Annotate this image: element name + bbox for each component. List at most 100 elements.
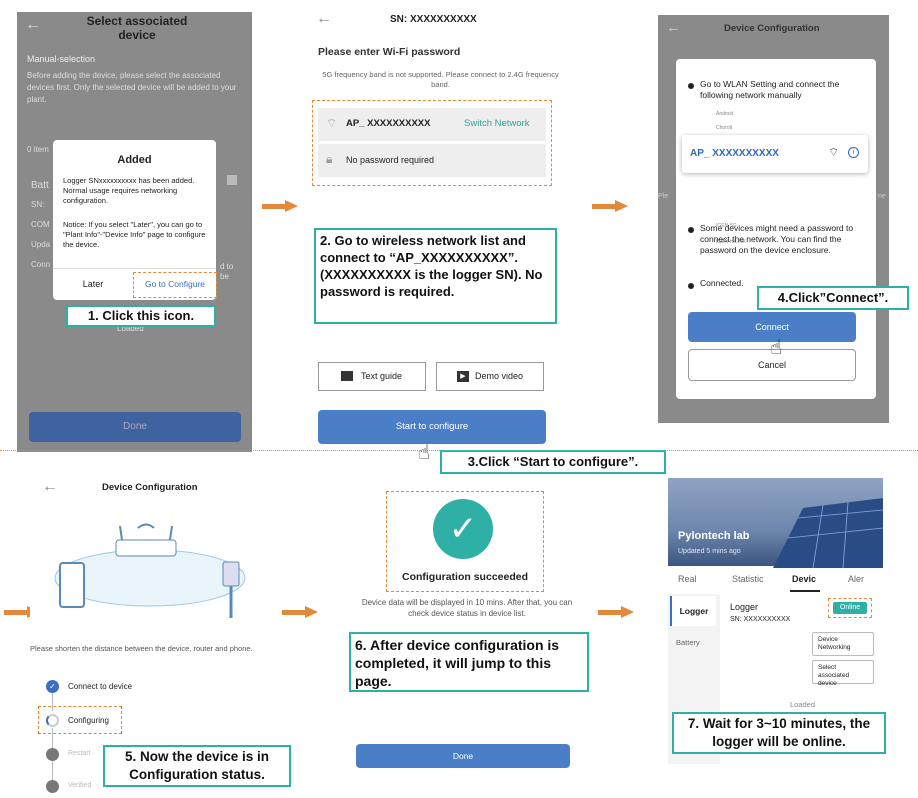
step-line [52, 761, 53, 781]
step-1-text: Go to WLAN Setting and connect the follo… [700, 79, 840, 100]
connect-label: Connect [755, 322, 789, 332]
divider [0, 450, 918, 451]
wifi-password-title: Please enter Wi-Fi password [318, 46, 461, 58]
logger-name: Logger [730, 602, 759, 612]
row-label: be [220, 272, 229, 281]
ap-name: AP_ XXXXXXXXXX [346, 118, 431, 129]
arrow-icon [262, 200, 298, 212]
callout-step-6: 6. After device configuration is complet… [349, 632, 589, 692]
tab-alerts[interactable]: Aler [848, 574, 864, 584]
back-arrow-icon[interactable]: ← [666, 19, 681, 36]
success-message: Device data will be displayed in 10 mins… [361, 598, 573, 618]
updated-time: Updated 5 mins ago [678, 548, 741, 555]
row-label: d to [220, 262, 234, 271]
book-icon [341, 371, 353, 381]
demo-video-label: Demo video [475, 371, 524, 381]
page-title: Device Configuration [724, 23, 820, 34]
info-icon[interactable]: i [848, 147, 859, 158]
done-button[interactable]: Done [29, 412, 241, 442]
callout-step-5: 5. Now the device is in Configuration st… [103, 745, 291, 787]
back-arrow-icon[interactable]: ← [316, 10, 332, 28]
network-item: Chorolt [716, 125, 733, 131]
checkbox[interactable] [227, 175, 237, 185]
demo-video-button[interactable]: ▶ Demo video [436, 362, 544, 391]
network-illustration [50, 518, 250, 628]
page-title: Select associated device [86, 14, 188, 42]
step-label: Verified [68, 782, 92, 789]
text-guide-button[interactable]: Text guide [318, 362, 426, 391]
no-password-label: No password required [346, 155, 435, 165]
row-label: SN: [31, 200, 45, 209]
arrow-icon [592, 200, 628, 212]
step-2-text: Some devices might need a password to co… [700, 223, 854, 255]
ap-row[interactable]: ⌔ AP_ XXXXXXXXXX Switch Network [318, 108, 546, 141]
step-progress-icon [46, 714, 59, 727]
solar-panel-icon [773, 498, 883, 568]
row-label: COM [31, 220, 50, 229]
row-label: Conn [31, 260, 51, 269]
tab-statistic[interactable]: Statistic [732, 574, 764, 584]
frequency-note: 5G frequency band is not supported. Plea… [322, 70, 559, 89]
dialog-divider [53, 268, 216, 269]
device-networking-button[interactable]: Device Networking [812, 632, 874, 656]
highlight-box [133, 272, 217, 298]
switch-network-link[interactable]: Switch Network [464, 118, 529, 129]
page-title: Device Configuration [102, 482, 198, 493]
loaded-label: Loaded [790, 700, 816, 709]
edge-text: ne [878, 193, 886, 200]
items-count: 0 item [27, 145, 49, 154]
wifi-icon: ⌔ [326, 116, 338, 130]
panel-device-configuration-connect: ← Device Configuration Ple ne Go to WLAN… [658, 15, 889, 423]
tab-device[interactable]: Devic [792, 574, 816, 584]
step-line [52, 728, 53, 748]
select-associated-device-button[interactable]: Select associated device [812, 660, 874, 687]
dialog-notice: Notice: If you select "Later", you can g… [63, 220, 206, 249]
step-label: Restart [68, 750, 91, 757]
step-label: Connect to device [68, 682, 133, 691]
ap-name: AP_ XXXXXXXXXX [690, 148, 779, 159]
logger-sn: SN: XXXXXXXXXX [730, 616, 791, 623]
ap-card[interactable]: AP_ XXXXXXXXXX ⌔ i [682, 135, 868, 173]
sidebar-item-logger[interactable]: Logger [670, 596, 716, 626]
start-to-configure-button[interactable]: Start to configure [318, 410, 546, 444]
step-bullet [688, 83, 694, 89]
solar-banner: Pylontech lab Updated 5 mins ago [668, 478, 883, 568]
step-3-text: Connected. [700, 278, 744, 288]
step-bullet [688, 227, 694, 233]
callout-step-2: 2. Go to wireless network list and conne… [314, 228, 557, 324]
arrow-icon [598, 606, 634, 618]
callout-step-3: 3.Click “Start to configure”. [440, 450, 666, 474]
tab-real[interactable]: Real [678, 574, 697, 584]
status-badge: Online [833, 602, 867, 614]
hand-pointer-icon: ☝ [418, 442, 431, 464]
manual-selection-label: Manual-selection [27, 54, 96, 64]
step-pending-icon [46, 748, 59, 761]
sidebar-item-battery[interactable]: Battery [676, 638, 700, 647]
step-done-icon: ✓ [46, 680, 59, 693]
edge-text: Ple [658, 193, 669, 200]
done-button[interactable]: Done [356, 744, 570, 768]
distance-hint: Please shorten the distance between the … [30, 644, 253, 653]
later-button[interactable]: Later [53, 279, 133, 289]
sn-title: SN: XXXXXXXXXX [390, 14, 477, 25]
callout-step-4: 4.Click”Connect”. [757, 286, 909, 310]
done-label: Done [452, 751, 474, 761]
lock-icon: 🔒︎ [326, 152, 333, 166]
tab-underline [790, 590, 820, 592]
cancel-label: Cancel [757, 360, 786, 370]
back-arrow-icon[interactable]: ← [25, 16, 41, 34]
dialog-title: Added [117, 154, 152, 166]
plant-name: Pylontech lab [678, 530, 750, 542]
arrow-icon [282, 606, 318, 618]
password-row: 🔒︎ No password required [318, 144, 546, 177]
panel-select-associated-device: ← Select associated device Manual-select… [17, 12, 252, 452]
back-arrow-icon[interactable]: ← [42, 478, 58, 496]
callout-step-7: 7. Wait for 3~10 minutes, the logger wil… [672, 712, 886, 754]
step-pending-icon [46, 780, 59, 793]
callout-step-1: 1. Click this icon. [66, 305, 216, 327]
row-label: Upda [31, 240, 51, 249]
dialog-message: Logger SNxxxxxxxxxx has been added. Norm… [63, 176, 195, 205]
start-label: Start to configure [395, 421, 469, 432]
description-text: Before adding the device, please select … [27, 71, 237, 104]
row-label: Batt [31, 180, 49, 191]
